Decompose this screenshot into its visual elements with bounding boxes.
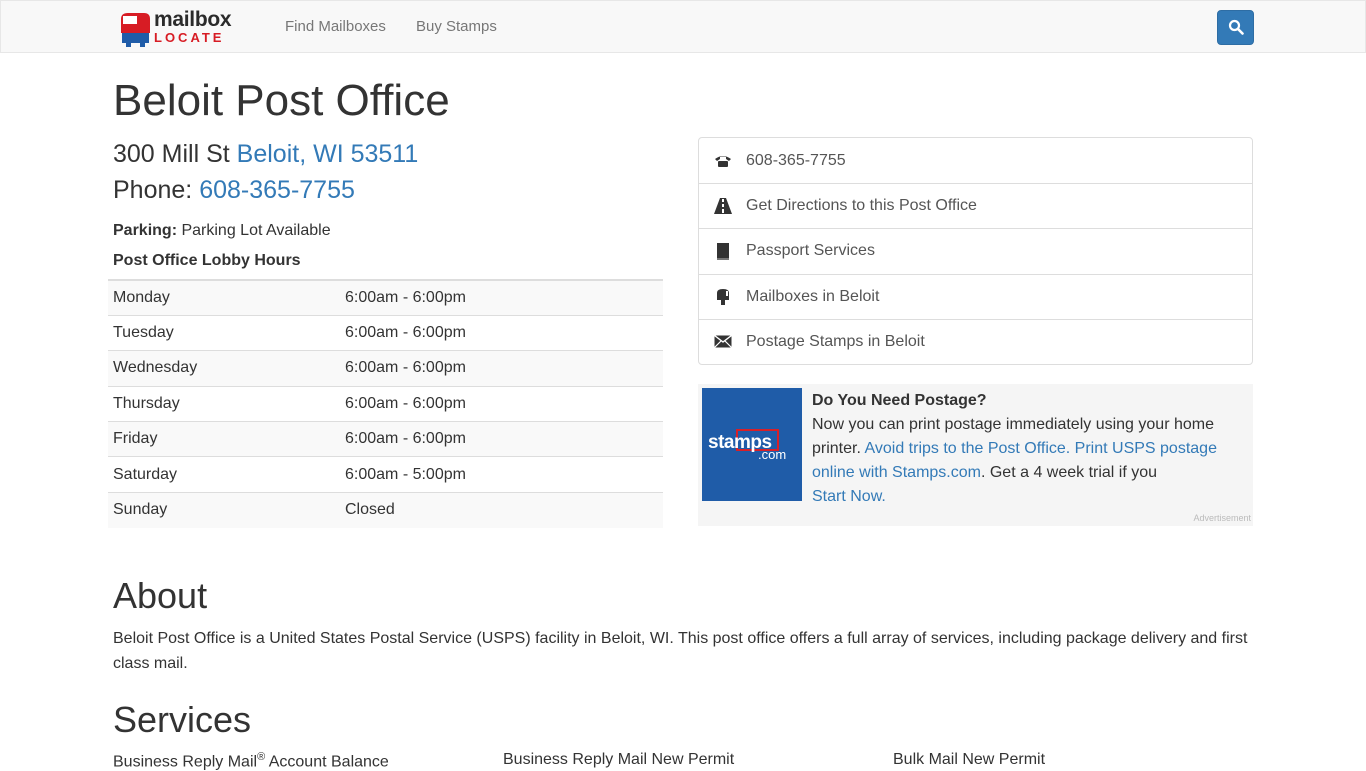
- list-item-label: Passport Services: [746, 242, 875, 260]
- city-link[interactable]: Beloit, WI 53511: [237, 140, 419, 168]
- hours-time: 6:00am - 6:00pm: [340, 280, 663, 316]
- mailbox-icon: [713, 288, 733, 306]
- service-item[interactable]: Business Reply Mail New Permit: [503, 751, 734, 769]
- hours-time: 6:00am - 6:00pm: [340, 314, 663, 351]
- list-item-mailboxes[interactable]: Mailboxes in Beloit: [699, 273, 1252, 319]
- action-list: 608-365-7755 Get Directions to this Post…: [698, 137, 1253, 365]
- book-icon: [713, 242, 733, 260]
- lobby-hours-table: Monday 6:00am - 6:00pm Tuesday 6:00am - 6:…: [108, 279, 663, 528]
- list-item-passport[interactable]: Passport Services: [699, 228, 1252, 273]
- list-item-label: Get Directions to this Post Office: [746, 197, 977, 215]
- hours-time: 6:00am - 6:00pm: [340, 385, 663, 422]
- services-heading: Services: [113, 699, 252, 740]
- stamps-logo[interactable]: stamps .com: [702, 388, 802, 501]
- navbar: mailbox LOCATE Find Mailboxes Buy Stamps: [0, 0, 1366, 53]
- envelope-icon: [713, 333, 733, 351]
- phone-label: Phone:: [113, 176, 193, 204]
- page-title: Beloit Post Office: [113, 76, 450, 125]
- site-logo[interactable]: mailbox LOCATE: [118, 8, 248, 47]
- list-item-directions[interactable]: Get Directions to this Post Office: [699, 183, 1252, 228]
- hours-day: Sunday: [108, 491, 340, 528]
- nav-find-mailboxes[interactable]: Find Mailboxes: [285, 18, 386, 35]
- about-heading: About: [113, 575, 208, 616]
- table-row: Sunday Closed: [108, 491, 663, 528]
- service-item[interactable]: Bulk Mail New Permit: [893, 751, 1045, 769]
- search-icon: [1228, 19, 1244, 35]
- hours-day: Monday: [108, 280, 340, 316]
- hours-time: 6:00am - 5:00pm: [340, 456, 663, 493]
- stamps-ad[interactable]: stamps .com Do You Need Postage? Now you…: [698, 384, 1253, 526]
- nav-buy-stamps[interactable]: Buy Stamps: [416, 18, 497, 35]
- logo-word-mailbox: mailbox: [154, 8, 232, 31]
- table-row: Monday 6:00am - 6:00pm: [108, 280, 663, 316]
- table-row: Thursday 6:00am - 6:00pm: [108, 385, 663, 422]
- parking-label: Parking:: [113, 222, 178, 239]
- list-item-stamps[interactable]: Postage Stamps in Beloit: [699, 318, 1252, 364]
- hours-day: Friday: [108, 421, 340, 457]
- search-button[interactable]: [1217, 10, 1254, 45]
- hours-time: 6:00am - 6:00pm: [340, 421, 663, 457]
- hours-day: Saturday: [108, 456, 340, 493]
- service-item[interactable]: Business Reply Mail® Account Balance: [113, 751, 389, 771]
- ad-label: Advertisement: [1193, 513, 1251, 523]
- ad-heading: Do You Need Postage?: [812, 392, 987, 409]
- hours-day: Thursday: [108, 385, 340, 422]
- phone-icon: [713, 152, 733, 170]
- parking-info: Parking: Parking Lot Available: [113, 222, 331, 240]
- table-row: Friday 6:00am - 6:00pm: [108, 421, 663, 457]
- hours-day: Tuesday: [108, 314, 340, 351]
- hours-time: Closed: [340, 491, 663, 528]
- list-item-phone[interactable]: 608-365-7755: [699, 138, 1252, 183]
- list-item-label: Mailboxes in Beloit: [746, 287, 880, 305]
- hours-time: 6:00am - 6:00pm: [340, 350, 663, 387]
- table-row: Saturday 6:00am - 5:00pm: [108, 456, 663, 493]
- street-address: 300 Mill St: [113, 140, 230, 168]
- logo-word-locate: LOCATE: [154, 30, 225, 45]
- hours-day: Wednesday: [108, 350, 340, 387]
- stamps-logo-com: .com: [758, 447, 787, 462]
- phone-link[interactable]: 608-365-7755: [199, 176, 355, 204]
- table-row: Wednesday 6:00am - 6:00pm: [108, 350, 663, 387]
- lobby-hours-title: Post Office Lobby Hours: [113, 252, 301, 269]
- ad-body: Do You Need Postage? Now you can print p…: [812, 389, 1250, 509]
- mailbox-logo-icon: [121, 13, 150, 47]
- table-row: Tuesday 6:00am - 6:00pm: [108, 314, 663, 351]
- ad-text-2: . Get a 4 week trial if you: [980, 464, 1158, 481]
- list-item-label: Postage Stamps in Beloit: [746, 332, 925, 350]
- phone-line: Phone: 608-365-7755: [113, 175, 355, 205]
- parking-value: Parking Lot Available: [181, 222, 331, 239]
- address: 300 Mill St Beloit, WI 53511: [113, 139, 418, 169]
- list-item-label: 608-365-7755: [746, 151, 846, 169]
- road-icon: [713, 197, 733, 215]
- registered-mark: ®: [257, 751, 266, 763]
- ad-start-now-link[interactable]: Start Now.: [812, 488, 886, 505]
- about-text: Beloit Post Office is a United States Po…: [113, 630, 1248, 672]
